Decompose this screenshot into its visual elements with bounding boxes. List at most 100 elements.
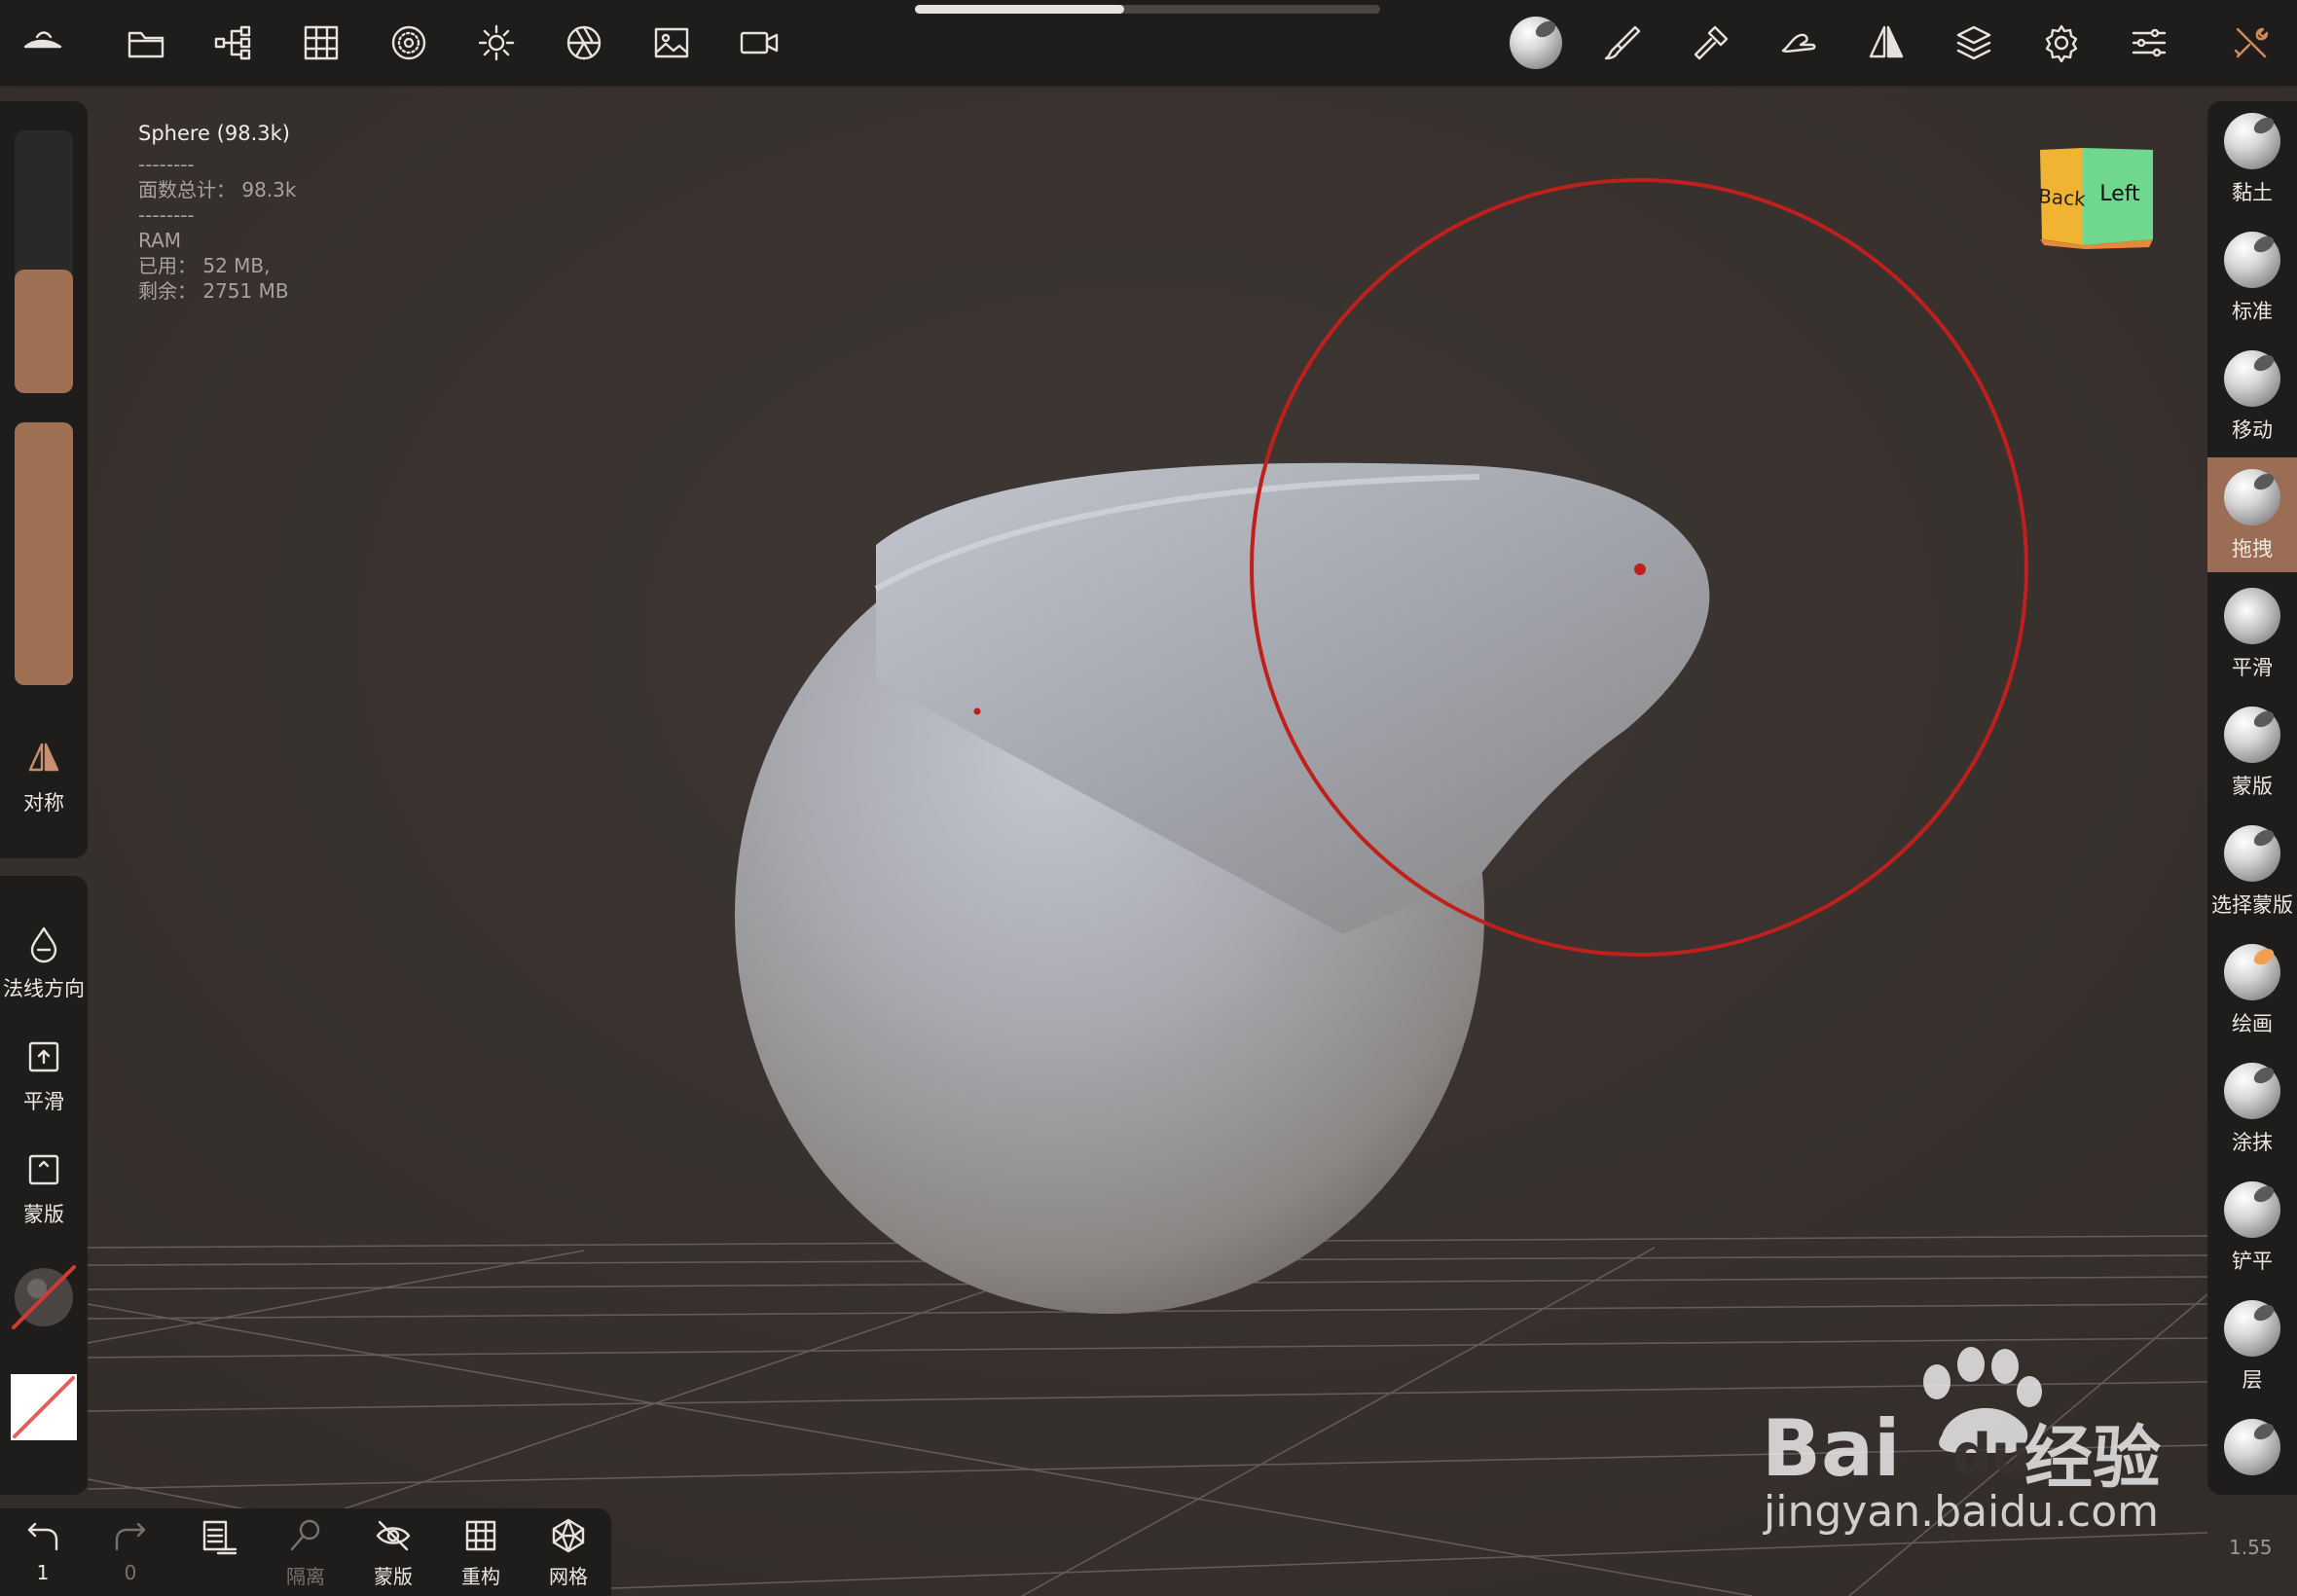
tools-wrench-icon[interactable]: [2222, 14, 2280, 72]
stats-separator: --------: [138, 203, 195, 227]
view-cube[interactable]: Back Left: [2034, 146, 2157, 249]
tool-label: 涂抹: [2232, 1131, 2273, 1154]
undo-count: 1: [36, 1561, 50, 1584]
ram-free: 剩余： 2751 MB: [138, 279, 289, 303]
scene-tree-icon[interactable]: [204, 14, 263, 72]
paint-ball-icon: [2224, 944, 2280, 1000]
material-sphere-icon[interactable]: [380, 14, 438, 72]
smudge-icon: [2224, 1063, 2280, 1119]
mask-visibility-label: 蒙版: [374, 1565, 413, 1588]
tool-label: 平滑: [2232, 656, 2273, 679]
normal-direction-button[interactable]: 法线方向: [0, 925, 88, 1002]
left-options-panel: 法线方向 平滑 蒙版: [0, 876, 88, 1495]
undo-button[interactable]: 1: [4, 1516, 82, 1584]
tool-label: 黏土: [2232, 181, 2273, 204]
brush-center-dot: [1634, 563, 1646, 575]
mesh-button[interactable]: 网格: [529, 1516, 607, 1589]
ram-heading: RAM: [138, 229, 182, 252]
tool-10[interactable]: 层: [2207, 1288, 2297, 1403]
layer-ball-icon: [2224, 1300, 2280, 1357]
mask-toggle-label: 蒙版: [23, 1203, 64, 1226]
mesh-label: 网格: [549, 1565, 588, 1588]
normal-direction-label: 法线方向: [3, 977, 85, 1000]
watermark-brand-right: du: [1952, 1423, 2030, 1486]
tool-label: 蒙版: [2232, 775, 2273, 798]
tool-3[interactable]: 拖拽: [2207, 457, 2297, 572]
baidu-watermark: Bai du 经验 jingyan.baidu.com: [1762, 1343, 2170, 1538]
progress-fill: [915, 5, 1125, 14]
stats-separator: --------: [138, 153, 195, 176]
mask-toggle-button[interactable]: 蒙版: [0, 1150, 88, 1228]
image-icon[interactable]: [642, 14, 701, 72]
material-swatch[interactable]: [0, 1263, 88, 1331]
clay-ball-icon: [2224, 113, 2280, 169]
tool-6[interactable]: 选择蒙版: [2207, 814, 2297, 928]
sliders-icon[interactable]: [2120, 14, 2178, 72]
tool-label: 拖拽: [2232, 537, 2273, 561]
tool-7[interactable]: 绘画: [2207, 932, 2297, 1047]
brush-icon[interactable]: [1594, 14, 1653, 72]
tool-2[interactable]: 移动: [2207, 339, 2297, 453]
ram-used: 已用： 52 MB,: [138, 254, 271, 277]
tools-panel: 黏土标准移动拖拽平滑蒙版选择蒙版绘画涂抹铲平层: [2207, 101, 2297, 1495]
symmetry-icon[interactable]: [1857, 14, 1915, 72]
flatten-ball-icon: [2224, 1181, 2280, 1238]
settings-gear-icon[interactable]: [2032, 14, 2091, 72]
select-mask-ball-icon: [2224, 825, 2280, 882]
watermark-url: jingyan.baidu.com: [1764, 1487, 2160, 1537]
grid-icon[interactable]: [292, 14, 350, 72]
hammer-icon[interactable]: [1682, 14, 1740, 72]
tool-label: 铲平: [2232, 1250, 2273, 1273]
remesh-button[interactable]: 重构: [442, 1516, 520, 1589]
tool-label: 选择蒙版: [2211, 893, 2293, 917]
move-ball-icon: [2224, 350, 2280, 407]
tool-0[interactable]: 黏土: [2207, 101, 2297, 216]
object-name: Sphere (98.3k): [138, 122, 290, 145]
tool-5[interactable]: 蒙版: [2207, 695, 2297, 810]
progress-indicator: [915, 5, 1380, 14]
app-logo-icon[interactable]: [14, 14, 72, 72]
tool-11[interactable]: [2207, 1407, 2297, 1495]
standard-ball-icon: [2224, 232, 2280, 288]
history-button[interactable]: [179, 1516, 257, 1559]
tool-9[interactable]: 铲平: [2207, 1170, 2297, 1285]
smooth-toggle-label: 平滑: [23, 1090, 64, 1113]
paint-color-swatch[interactable]: [0, 1372, 88, 1440]
current-tool-ball-icon[interactable]: [1507, 14, 1565, 72]
symmetry-button[interactable]: 对称: [0, 739, 88, 816]
remesh-label: 重构: [461, 1565, 500, 1588]
symmetry-dot: [973, 707, 981, 715]
watermark-brand-left: Bai: [1762, 1403, 1901, 1494]
bottom-toolbar: 1 0 隔离 蒙版 重构 网格: [0, 1508, 611, 1596]
tool-label: 标准: [2232, 300, 2273, 323]
video-camera-icon[interactable]: [730, 14, 788, 72]
redo-button[interactable]: 0: [91, 1516, 169, 1584]
isolate-button[interactable]: 隔离: [267, 1516, 345, 1589]
radius-slider-fill: [15, 270, 73, 393]
camera-aperture-icon[interactable]: [555, 14, 613, 72]
smooth-ball-icon: [2224, 588, 2280, 644]
face-count: 面数总计： 98.3k: [138, 178, 297, 201]
left-sliders-panel: 对称: [0, 101, 88, 858]
tool-4[interactable]: 平滑: [2207, 576, 2297, 691]
view-cube-left: Left: [2099, 182, 2140, 206]
intensity-slider[interactable]: [15, 422, 73, 685]
tool-1[interactable]: 标准: [2207, 220, 2297, 335]
mesh-stats: Sphere (98.3k) -------- 面数总计： 98.3k ----…: [138, 121, 296, 304]
app-version: 1.55: [2229, 1536, 2273, 1559]
more-tool-ball-icon: [2224, 1419, 2280, 1475]
tool-label: 移动: [2232, 418, 2273, 442]
isolate-label: 隔离: [286, 1565, 325, 1588]
layers-icon[interactable]: [1945, 14, 2003, 72]
hand-icon[interactable]: [1769, 14, 1828, 72]
drag-ball-icon: [2224, 469, 2280, 526]
radius-slider[interactable]: [15, 130, 73, 393]
folder-icon[interactable]: [117, 14, 175, 72]
mask-ball-icon: [2224, 707, 2280, 763]
mask-visibility-button[interactable]: 蒙版: [354, 1516, 432, 1589]
tool-label: 绘画: [2232, 1012, 2273, 1035]
top-toolbar: [0, 0, 2297, 88]
tool-8[interactable]: 涂抹: [2207, 1051, 2297, 1166]
light-icon[interactable]: [467, 14, 526, 72]
smooth-toggle-button[interactable]: 平滑: [0, 1037, 88, 1115]
